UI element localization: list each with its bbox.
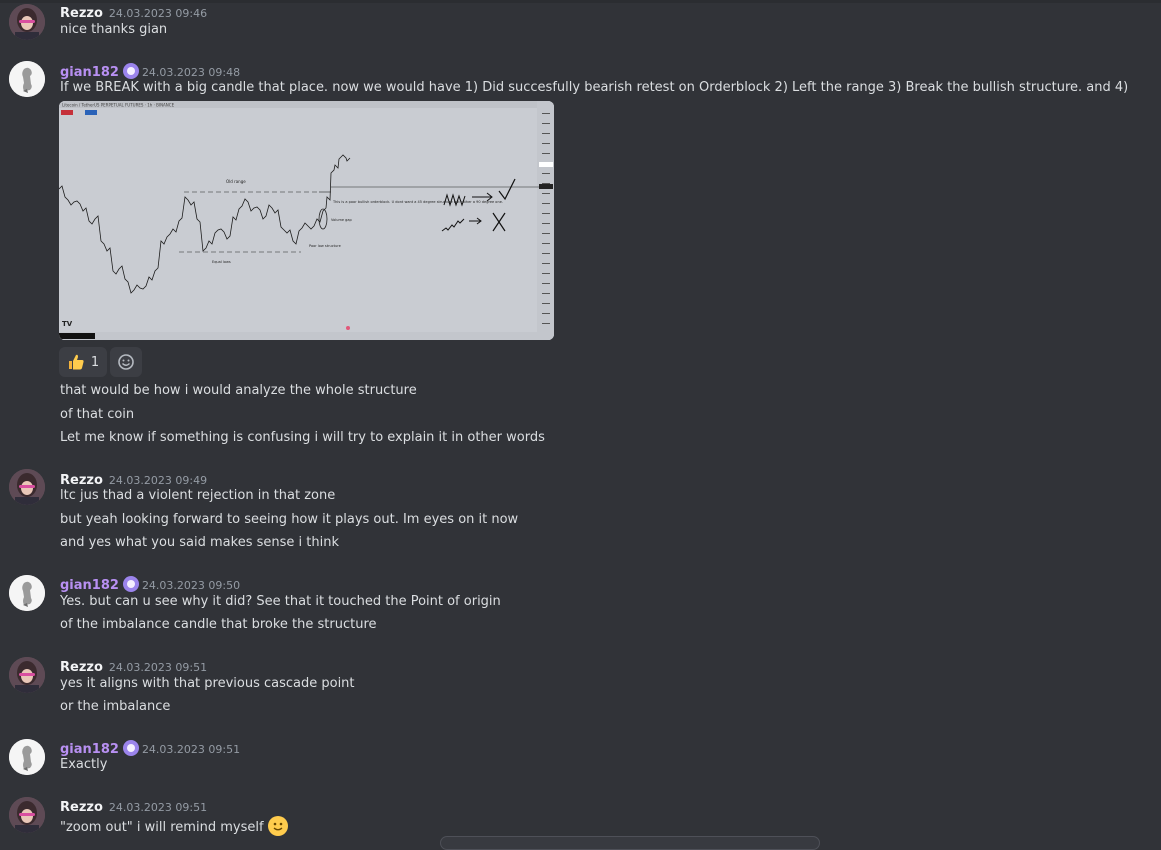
avatar-image: [9, 61, 45, 97]
message-text: yes it aligns with that previous cascade…: [60, 676, 355, 691]
timestamp[interactable]: 24.03.2023 09:51: [109, 801, 207, 814]
chart-image-attachment[interactable]: Litecoin / TetherUS PERPETUAL FUTURES · …: [59, 101, 554, 340]
avatar-image: [9, 657, 45, 693]
message-text: of the imbalance candle that broke the s…: [60, 617, 377, 632]
add-reaction-button[interactable]: [110, 347, 142, 377]
message-text: Let me know if something is confusing i …: [60, 430, 545, 445]
chart-label-old-range: Old range: [226, 179, 246, 184]
message-text: If we BREAK with a big candle that place…: [60, 80, 1129, 95]
message-text: of that coin: [60, 407, 135, 422]
chart-label-equal-lows: Equal lows: [212, 260, 231, 264]
username[interactable]: Rezzo: [60, 660, 103, 675]
timestamp[interactable]: 24.03.2023 09:51: [109, 661, 207, 674]
avatar[interactable]: [9, 61, 45, 97]
username[interactable]: Rezzo: [60, 473, 103, 488]
message-header: Rezzo 24.03.2023 09:46: [60, 2, 207, 21]
svg-text:TV: TV: [62, 320, 73, 328]
message-header: Rezzo 24.03.2023 09:51: [60, 656, 207, 675]
chart-image: Litecoin / TetherUS PERPETUAL FUTURES · …: [59, 101, 554, 340]
username[interactable]: gian182: [60, 578, 119, 593]
message-text: that would be how i would analyze the wh…: [60, 383, 417, 398]
reaction-count: 1: [90, 354, 100, 370]
message-text-content: "zoom out" i will remind myself: [60, 820, 264, 835]
avatar[interactable]: [9, 575, 45, 611]
chart-label-poor-bullish: This is a poor bullish orderblock. U don…: [332, 200, 503, 204]
message-text: nice thanks gian: [60, 22, 168, 37]
jump-to-present-bar[interactable]: [440, 836, 820, 850]
timestamp[interactable]: 24.03.2023 09:50: [142, 579, 240, 592]
timestamp[interactable]: 24.03.2023 09:48: [142, 66, 240, 79]
thumbs-up-icon: [68, 354, 84, 370]
username[interactable]: Rezzo: [60, 800, 103, 815]
username[interactable]: Rezzo: [60, 6, 103, 21]
slightly-smiling-face-icon[interactable]: [267, 816, 288, 836]
message-text: but yeah looking forward to seeing how i…: [60, 512, 519, 527]
message-list: Rezzo 24.03.2023 09:46 nice thanks gian g…: [0, 0, 1161, 842]
message-text: ltc jus thad a violent rejection in that…: [60, 488, 336, 503]
nitro-badge-icon[interactable]: [122, 740, 139, 756]
avatar-image: [9, 469, 45, 505]
message-text: Yes. but can u see why it did? See that …: [60, 594, 501, 609]
message-header: Rezzo 24.03.2023 09:49: [60, 469, 207, 488]
nitro-badge-icon[interactable]: [122, 63, 139, 79]
avatar[interactable]: [9, 739, 45, 775]
avatar-image: [9, 797, 45, 833]
add-reaction-icon: [118, 354, 134, 370]
chart-label-poor-low: Poor low structure: [309, 244, 341, 248]
message-header: gian182 24.03.2023 09:51: [60, 738, 240, 757]
message-header: gian182 24.03.2023 09:50: [60, 574, 240, 593]
avatar[interactable]: [9, 657, 45, 693]
message-text: "zoom out" i will remind myself: [60, 816, 288, 836]
message-text: Exactly: [60, 757, 108, 772]
message-text: and yes what you said makes sense i thin…: [60, 535, 339, 550]
username[interactable]: gian182: [60, 742, 119, 757]
message-header: gian182 24.03.2023 09:48: [60, 61, 240, 80]
message-header: Rezzo 24.03.2023 09:51: [60, 796, 207, 815]
reaction-thumbs-up[interactable]: 1: [59, 347, 107, 377]
avatar[interactable]: [9, 469, 45, 505]
message-text: or the imbalance: [60, 699, 171, 714]
username[interactable]: gian182: [60, 65, 119, 80]
avatar-image: [9, 575, 45, 611]
timestamp[interactable]: 24.03.2023 09:49: [109, 474, 207, 487]
chart-header: Litecoin / TetherUS PERPETUAL FUTURES · …: [62, 103, 175, 108]
timestamp[interactable]: 24.03.2023 09:51: [142, 743, 240, 756]
avatar[interactable]: [9, 4, 45, 40]
avatar-image: [9, 4, 45, 40]
timestamp[interactable]: 24.03.2023 09:46: [109, 7, 207, 20]
nitro-badge-icon[interactable]: [122, 576, 139, 592]
avatar-image: [9, 739, 45, 775]
chart-label-volume-gap: Volume gap: [331, 218, 352, 222]
avatar[interactable]: [9, 797, 45, 833]
